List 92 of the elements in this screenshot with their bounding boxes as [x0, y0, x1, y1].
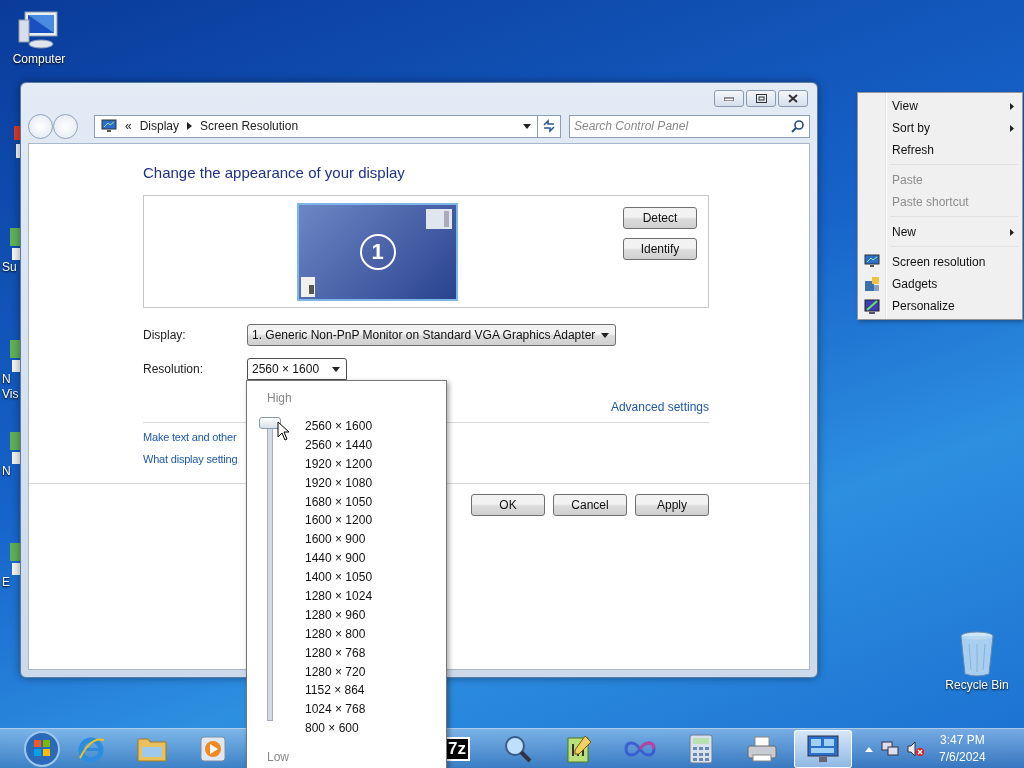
field-label: Resolution:: [143, 362, 205, 376]
menu-item[interactable]: View: [860, 95, 1020, 117]
monitor-icon: [864, 254, 880, 268]
resolution-option[interactable]: 1280 × 800: [305, 624, 373, 644]
clock[interactable]: 3:47 PM 7/6/2024: [939, 732, 986, 766]
dropdown-arrow-icon[interactable]: [523, 123, 531, 129]
page-heading: Change the appearance of your display: [143, 164, 406, 183]
resolution-option[interactable]: 1400 × 1050: [305, 568, 373, 587]
dialog-button[interactable]: OK: [471, 494, 545, 516]
desktop-icon-label: N: [2, 464, 12, 479]
dialog-button[interactable]: Cancel: [553, 494, 627, 516]
app-icon[interactable]: [10, 432, 20, 464]
dropdown-arrow-icon: [601, 332, 610, 338]
resolution-option[interactable]: 1280 × 768: [305, 643, 373, 663]
preview-button[interactable]: Identify: [623, 238, 697, 260]
maximize-button[interactable]: [746, 90, 776, 107]
advanced-settings-link[interactable]: Advanced settings: [610, 400, 709, 414]
monitor-icon: [101, 119, 117, 133]
submenu-arrow-icon: [1010, 124, 1014, 132]
resolution-option[interactable]: 2560 × 1600: [305, 417, 373, 436]
notepad-icon[interactable]: [565, 734, 593, 764]
window-thumbnail-icon: [301, 277, 315, 297]
slider-low-label: Low: [267, 750, 290, 765]
chevron-icon[interactable]: [187, 122, 193, 130]
restore-icon: [755, 94, 767, 103]
volume-muted-icon[interactable]: [907, 741, 925, 757]
cursor-icon: [277, 421, 290, 441]
resolution-option[interactable]: 1280 × 720: [305, 662, 373, 682]
refresh-button[interactable]: [537, 114, 561, 138]
network-icon[interactable]: [881, 741, 899, 757]
start-button[interactable]: [22, 729, 62, 768]
menu-item[interactable]: Screen resolution: [860, 251, 1020, 273]
address-bar[interactable]: « Display Screen Resolution: [94, 114, 538, 138]
resolution-option[interactable]: 1680 × 1050: [305, 492, 373, 512]
resolution-dropdown[interactable]: 2560 × 1600: [247, 358, 347, 380]
app-icon[interactable]: [10, 340, 20, 372]
dialog-button[interactable]: Apply: [635, 494, 709, 516]
recycle-bin-icon[interactable]: [957, 630, 997, 678]
display-settings-icon[interactable]: [806, 734, 840, 764]
resolution-slider[interactable]: [259, 417, 281, 719]
submenu-arrow-icon: [1010, 228, 1014, 236]
taskbar-button[interactable]: [794, 730, 852, 768]
menu-item[interactable]: Sort by: [860, 117, 1020, 139]
resolution-option[interactable]: 1920 × 1080: [305, 473, 373, 493]
field-label: Display:: [143, 328, 187, 342]
breadcrumb-item[interactable]: Display: [139, 119, 180, 133]
menu-item[interactable]: Gadgets: [860, 273, 1020, 295]
menu-item[interactable]: Refresh: [860, 139, 1020, 161]
display-dropdown[interactable]: 1. Generic Non-PnP Monitor on Standard VGA Graphics Adapter: [247, 324, 617, 346]
resolution-option[interactable]: 1152 × 864: [305, 681, 373, 701]
close-button[interactable]: [778, 90, 808, 107]
show-hidden-icons-icon[interactable]: [865, 746, 873, 752]
personalize-icon: [864, 298, 880, 314]
breadcrumb-overflow[interactable]: «: [125, 119, 132, 133]
refresh-icon: [542, 119, 556, 133]
desktop-icon-label: Su: [2, 260, 14, 275]
resolution-option[interactable]: 800 × 600: [305, 719, 373, 739]
search-field[interactable]: Search Control Panel: [569, 114, 810, 138]
breadcrumb-item[interactable]: Screen Resolution: [200, 119, 299, 133]
monitor-number: 1: [359, 234, 396, 270]
magnifier-icon[interactable]: [503, 734, 533, 764]
minimize-icon: [724, 96, 734, 101]
slider-high-label: High: [267, 391, 293, 405]
menu-item[interactable]: New: [860, 221, 1020, 243]
resolution-option[interactable]: 1024 × 768: [305, 700, 373, 720]
menu-item[interactable]: Personalize: [860, 295, 1020, 317]
monitor-preview[interactable]: 1: [297, 203, 458, 301]
resolution-option[interactable]: 1280 × 960: [305, 605, 373, 625]
desktop-icon-label: Computer: [12, 52, 66, 67]
computer-icon[interactable]: [17, 8, 61, 52]
resolution-option[interactable]: 1440 × 900: [305, 549, 373, 569]
desktop-icon-label: Recycle Bin: [945, 678, 1009, 693]
media-player-icon[interactable]: [199, 735, 227, 763]
search-icon[interactable]: [791, 119, 804, 133]
resolution-option[interactable]: 1600 × 900: [305, 530, 373, 550]
gadget-thumbnail-icon: [426, 209, 452, 229]
preview-button[interactable]: Detect: [623, 207, 697, 229]
resolution-option[interactable]: 2560 × 1440: [305, 435, 373, 455]
app-icon[interactable]: [10, 543, 20, 575]
resolution-option[interactable]: 1600 × 1200: [305, 511, 373, 531]
gadgets-icon: [864, 276, 880, 292]
submenu-arrow-icon: [1010, 102, 1014, 110]
printer-icon[interactable]: [746, 735, 778, 763]
help-link[interactable]: What display setting: [143, 453, 238, 465]
resolution-option[interactable]: 1280 × 1024: [305, 587, 373, 606]
help-link[interactable]: Make text and other: [143, 431, 237, 443]
close-icon: [788, 94, 798, 103]
app-icon[interactable]: [10, 228, 20, 260]
calculator-icon[interactable]: [689, 734, 713, 764]
desktop-icon-label: E: [2, 575, 11, 590]
resolution-option[interactable]: 1920 × 1200: [305, 454, 373, 474]
dropdown-arrow-icon: [332, 366, 340, 372]
